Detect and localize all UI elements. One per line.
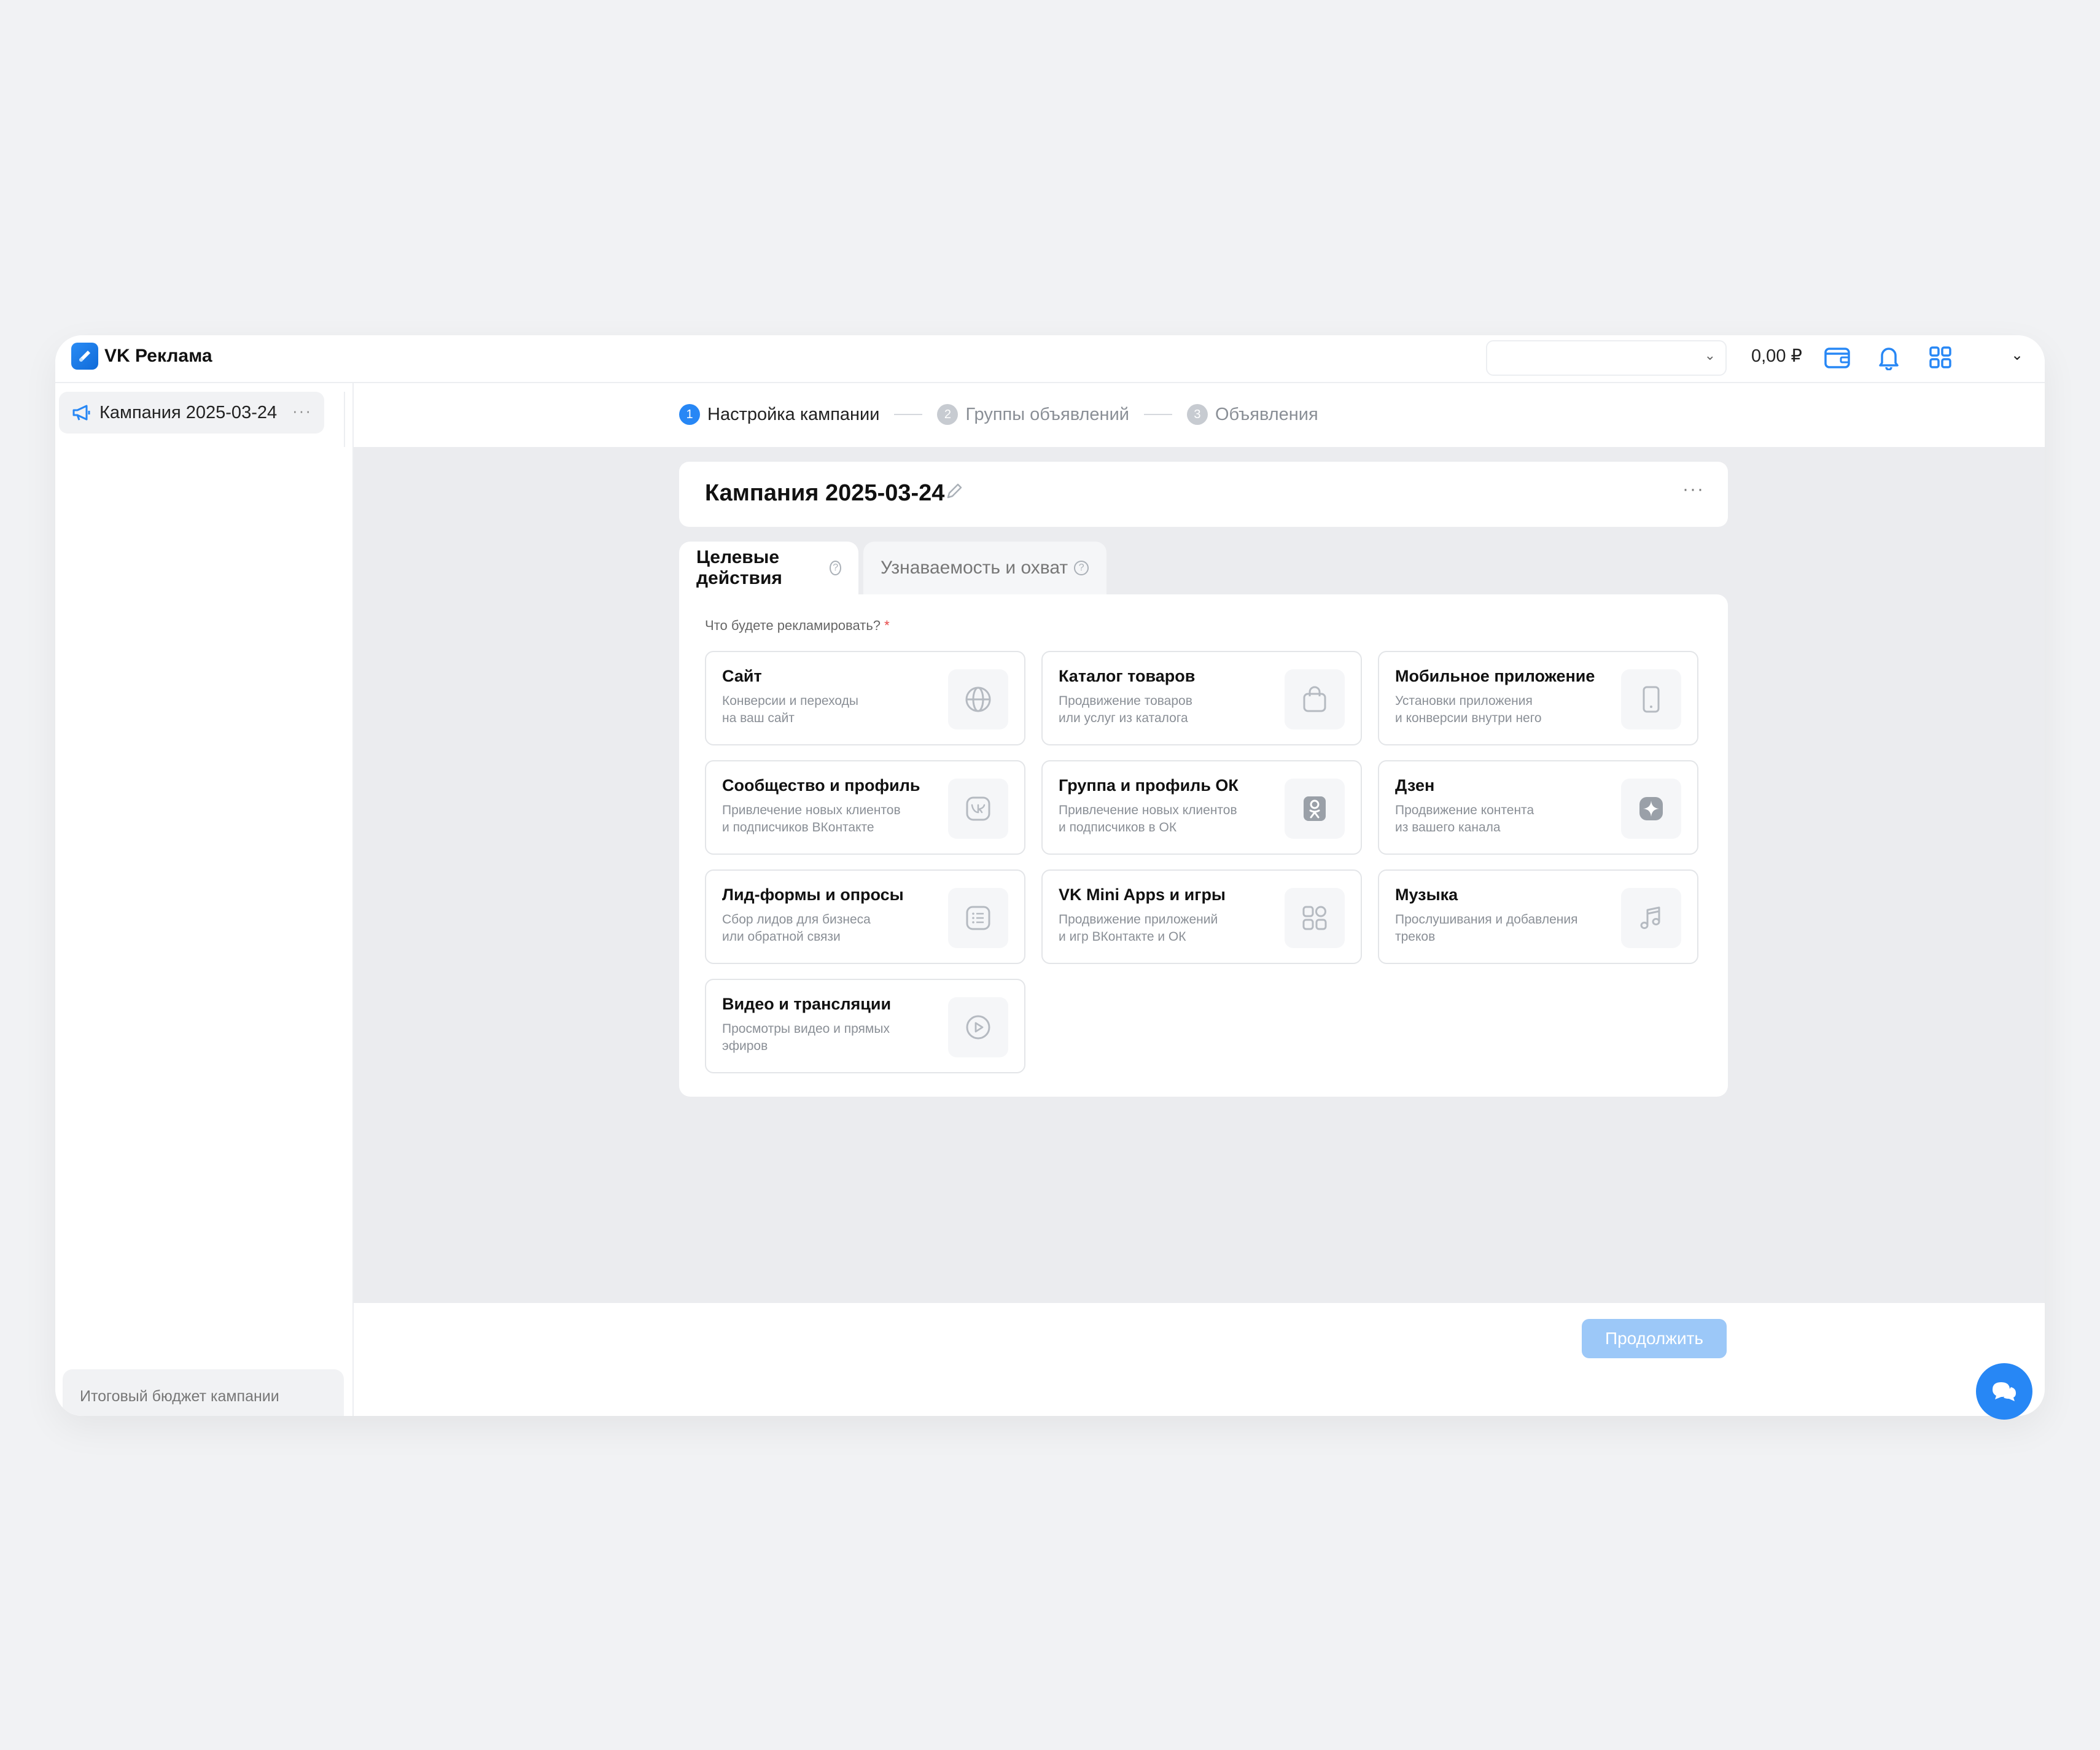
campaign-title-card: Кампания 2025-03-24 ··· (679, 462, 1728, 527)
option-lead-forms[interactable]: Лид-формы и опросы Сбор лидов для бизнес… (705, 869, 1025, 964)
top-bar: VK Реклама ⌄ 0,00 ₽ ⌄ (55, 335, 2045, 383)
option-title: Музыка (1395, 885, 1458, 904)
step-separator (1143, 414, 1172, 415)
option-video[interactable]: Видео и трансляции Просмотры видео и пря… (705, 979, 1025, 1073)
megaphone-icon (71, 402, 93, 424)
step-separator (894, 414, 923, 415)
option-title: Лид-формы и опросы (722, 885, 904, 904)
continue-button[interactable]: Продолжить (1582, 1319, 1727, 1358)
stepper-bar: 1 Настройка кампании 2 Группы объявлений… (354, 383, 2045, 447)
option-title: Группа и профиль ОК (1059, 776, 1239, 795)
option-description: Просмотры видео и прямых эфиров (722, 1022, 890, 1053)
sidebar-item-label: Кампания 2025-03-24 (99, 402, 278, 422)
sidebar-item-campaign[interactable]: Кампания 2025-03-24 ··· (59, 392, 324, 434)
step-3-label[interactable]: Объявления (1215, 405, 1318, 425)
apps-grid-icon[interactable] (1924, 341, 1956, 373)
step-2-label[interactable]: Группы объявлений (965, 405, 1129, 425)
account-select[interactable]: ⌄ (1486, 340, 1727, 376)
option-community-profile[interactable]: Сообщество и профиль Привлечение новых к… (705, 760, 1025, 855)
tab-label: Узнаваемость и охват (881, 558, 1068, 578)
app-window: VK Реклама ⌄ 0,00 ₽ ⌄ Кампания 2025-03-2… (55, 335, 2045, 1416)
question-text: Что будете рекламировать? (705, 618, 881, 633)
vk-ads-logo-icon (71, 343, 98, 370)
objective-question: Что будете рекламировать? * (705, 618, 890, 634)
option-title: Дзен (1395, 776, 1435, 795)
option-description: Продвижение товаров или услуг из каталог… (1059, 694, 1192, 725)
option-description: Привлечение новых клиентов и подписчиков… (1059, 803, 1237, 834)
support-chat-button[interactable] (1976, 1363, 2032, 1420)
option-title: Мобильное приложение (1395, 667, 1595, 685)
option-music[interactable]: Музыка Прослушивания и добавления треков (1378, 869, 1698, 964)
app-logo[interactable]: VK Реклама (71, 343, 212, 370)
step-number-1: 1 (679, 404, 700, 425)
option-title: Сообщество и профиль (722, 776, 920, 795)
option-catalog[interactable]: Каталог товаров Продвижение товаров или … (1041, 651, 1362, 745)
play-circle-icon (948, 997, 1008, 1057)
objective-options-card: Что будете рекламировать? * Сайт Конверс… (679, 594, 1728, 1097)
option-title: VK Mini Apps и игры (1059, 885, 1226, 904)
tab-target-actions[interactable]: Целевые действия ? (679, 542, 858, 594)
step-number-3: 3 (1186, 404, 1208, 425)
app-title: VK Реклама (104, 346, 212, 366)
campaign-budget-summary: Итоговый бюджет кампании 0 ₽ (63, 1369, 344, 1416)
globe-icon (948, 669, 1008, 729)
music-note-icon (1621, 888, 1681, 948)
chevron-down-icon: ⌄ (1704, 348, 1716, 363)
option-site[interactable]: Сайт Конверсии и переходы на ваш сайт (705, 651, 1025, 745)
vk-logo-icon (948, 779, 1008, 839)
dzen-logo-icon (1621, 779, 1681, 839)
shopping-bag-icon (1285, 669, 1345, 729)
help-icon[interactable]: ? (1074, 561, 1089, 575)
option-title: Каталог товаров (1059, 667, 1196, 685)
ok-logo-icon (1285, 779, 1345, 839)
step-1-label[interactable]: Настройка кампании (707, 405, 879, 425)
step-number-2: 2 (937, 404, 959, 425)
option-title: Сайт (722, 667, 762, 685)
option-description: Прослушивания и добавления треков (1395, 912, 1578, 944)
chat-bubbles-icon (1993, 1382, 2016, 1401)
footer-bar (354, 1303, 2045, 1416)
sidebar: Кампания 2025-03-24 ··· Итоговый бюджет … (55, 383, 354, 1416)
main-content: 1 Настройка кампании 2 Группы объявлений… (354, 383, 2045, 1416)
option-description: Установки приложения и конверсии внутри … (1395, 694, 1542, 725)
option-description: Привлечение новых клиентов и подписчиков… (722, 803, 901, 834)
pencil-icon[interactable] (944, 481, 964, 504)
wallet-icon[interactable] (1821, 341, 1853, 373)
campaign-title: Кампания 2025-03-24 (705, 480, 945, 506)
budget-label: Итоговый бюджет кампании (80, 1388, 279, 1405)
option-ok-group[interactable]: Группа и профиль ОК Привлечение новых кл… (1041, 760, 1362, 855)
option-mobile-app[interactable]: Мобильное приложение Установки приложени… (1378, 651, 1698, 745)
help-icon[interactable]: ? (830, 561, 841, 575)
objective-tabs: Целевые действия ? Узнаваемость и охват … (679, 542, 1106, 594)
bell-icon[interactable] (1873, 341, 1905, 373)
balance-amount[interactable]: 0,00 ₽ (1751, 345, 1802, 367)
option-description: Продвижение контента из вашего канала (1395, 803, 1534, 834)
budget-value: 0 ₽ (80, 1414, 107, 1416)
sidebar-divider (344, 392, 345, 447)
list-form-icon (948, 888, 1008, 948)
more-options-icon[interactable]: ··· (292, 402, 312, 421)
tab-label: Целевые действия (696, 547, 782, 588)
phone-icon (1621, 669, 1681, 729)
option-title: Видео и трансляции (722, 995, 892, 1013)
apps-grid-icon (1285, 888, 1345, 948)
tab-awareness-reach[interactable]: Узнаваемость и охват ? (863, 542, 1106, 594)
more-options-icon[interactable]: ··· (1682, 479, 1705, 500)
option-description: Продвижение приложений и игр ВКонтакте и… (1059, 912, 1218, 944)
option-dzen[interactable]: Дзен Продвижение контента из вашего кана… (1378, 760, 1698, 855)
option-vk-mini-apps[interactable]: VK Mini Apps и игры Продвижение приложен… (1041, 869, 1362, 964)
stepper: 1 Настройка кампании 2 Группы объявлений… (679, 404, 1318, 425)
profile-menu-chevron-icon[interactable]: ⌄ (2011, 346, 2023, 364)
option-description: Сбор лидов для бизнеса или обратной связ… (722, 912, 871, 944)
option-description: Конверсии и переходы на ваш сайт (722, 694, 858, 725)
required-mark: * (884, 618, 890, 633)
